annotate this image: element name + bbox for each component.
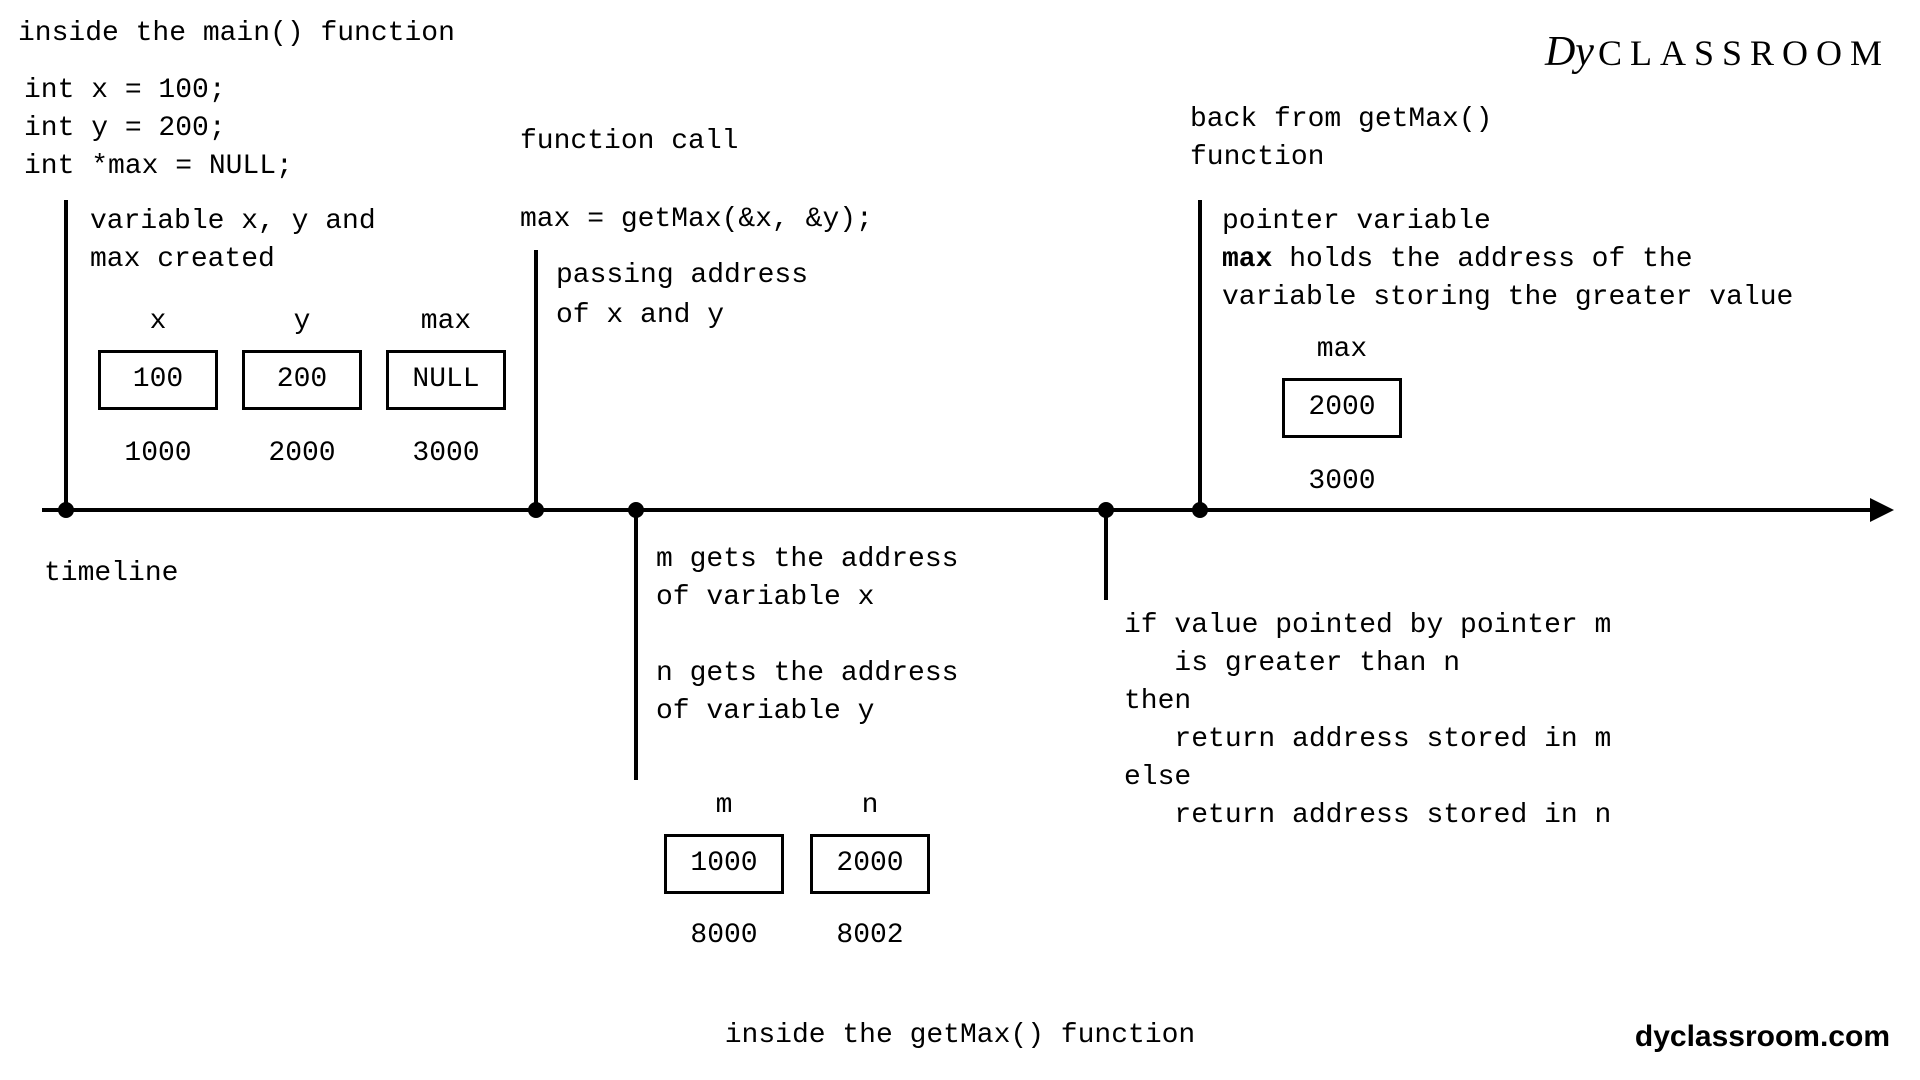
block4-line-3: then bbox=[1124, 686, 1191, 717]
block4-line-6: return address stored in n bbox=[1124, 800, 1611, 831]
block3-caption-4: of variable y bbox=[656, 696, 874, 727]
block2-caption-2: of x and y bbox=[556, 300, 724, 331]
var-y-name: y bbox=[242, 306, 362, 337]
code-line-3: int *max = NULL; bbox=[24, 151, 293, 182]
getmax-function-label: inside the getMax() function bbox=[0, 1020, 1920, 1051]
code-line-2: int y = 200; bbox=[24, 113, 226, 144]
main-function-label: inside the main() function bbox=[18, 18, 455, 49]
timeline-axis bbox=[42, 508, 1872, 512]
block5-caption-3: variable storing the greater value bbox=[1222, 282, 1793, 313]
block4-line-4: return address stored in m bbox=[1124, 724, 1611, 755]
var-m-box: 1000 bbox=[664, 834, 784, 894]
code-line-1: int x = 100; bbox=[24, 75, 226, 106]
block1-caption-1: variable x, y and bbox=[90, 206, 376, 237]
var-m-addr: 8000 bbox=[664, 920, 784, 951]
var-y-addr: 2000 bbox=[242, 438, 362, 469]
block4-line-5: else bbox=[1124, 762, 1191, 793]
var-x-box: 100 bbox=[98, 350, 218, 410]
logo-text: CLASSROOM bbox=[1598, 33, 1890, 73]
block1-caption-2: max created bbox=[90, 244, 275, 275]
tick-block4 bbox=[1104, 510, 1108, 600]
var-max2-addr: 3000 bbox=[1282, 466, 1402, 497]
var-x-addr: 1000 bbox=[98, 438, 218, 469]
block3-caption-2: of variable x bbox=[656, 582, 874, 613]
tick-block2 bbox=[534, 250, 538, 510]
block4-line-2: is greater than n bbox=[1124, 648, 1460, 679]
block2-call: max = getMax(&x, &y); bbox=[520, 204, 873, 235]
timeline-label: timeline bbox=[44, 558, 178, 589]
var-x-name: x bbox=[98, 306, 218, 337]
var-max2-name: max bbox=[1282, 334, 1402, 365]
var-n-addr: 8002 bbox=[810, 920, 930, 951]
block5-caption-1: pointer variable bbox=[1222, 206, 1491, 237]
timeline-arrowhead-icon bbox=[1870, 498, 1894, 522]
var-n-name: n bbox=[810, 790, 930, 821]
block5-caption-2a: max bbox=[1222, 244, 1272, 275]
block2-caption-1: passing address bbox=[556, 260, 808, 291]
block5-caption-2: max holds the address of the bbox=[1222, 244, 1693, 275]
var-m-name: m bbox=[664, 790, 784, 821]
site-link: dyclassroom.com bbox=[1635, 1020, 1890, 1054]
var-max-name: max bbox=[386, 306, 506, 337]
block5-caption-2b: holds the address of the bbox=[1272, 244, 1692, 275]
tick-block1 bbox=[64, 200, 68, 510]
logo-script: Dy bbox=[1545, 29, 1594, 75]
var-y-box: 200 bbox=[242, 350, 362, 410]
var-max-addr: 3000 bbox=[386, 438, 506, 469]
block3-caption-1: m gets the address bbox=[656, 544, 958, 575]
tick-block5 bbox=[1198, 200, 1202, 510]
var-max2-box: 2000 bbox=[1282, 378, 1402, 438]
block5-title-2: function bbox=[1190, 142, 1324, 173]
block3-caption-3: n gets the address bbox=[656, 658, 958, 689]
tick-block3 bbox=[634, 510, 638, 780]
block5-title-1: back from getMax() bbox=[1190, 104, 1492, 135]
block4-line-1: if value pointed by pointer m bbox=[1124, 610, 1611, 641]
logo: DyCLASSROOM bbox=[1545, 28, 1890, 76]
block2-title: function call bbox=[520, 126, 738, 157]
var-n-box: 2000 bbox=[810, 834, 930, 894]
var-max-box: NULL bbox=[386, 350, 506, 410]
